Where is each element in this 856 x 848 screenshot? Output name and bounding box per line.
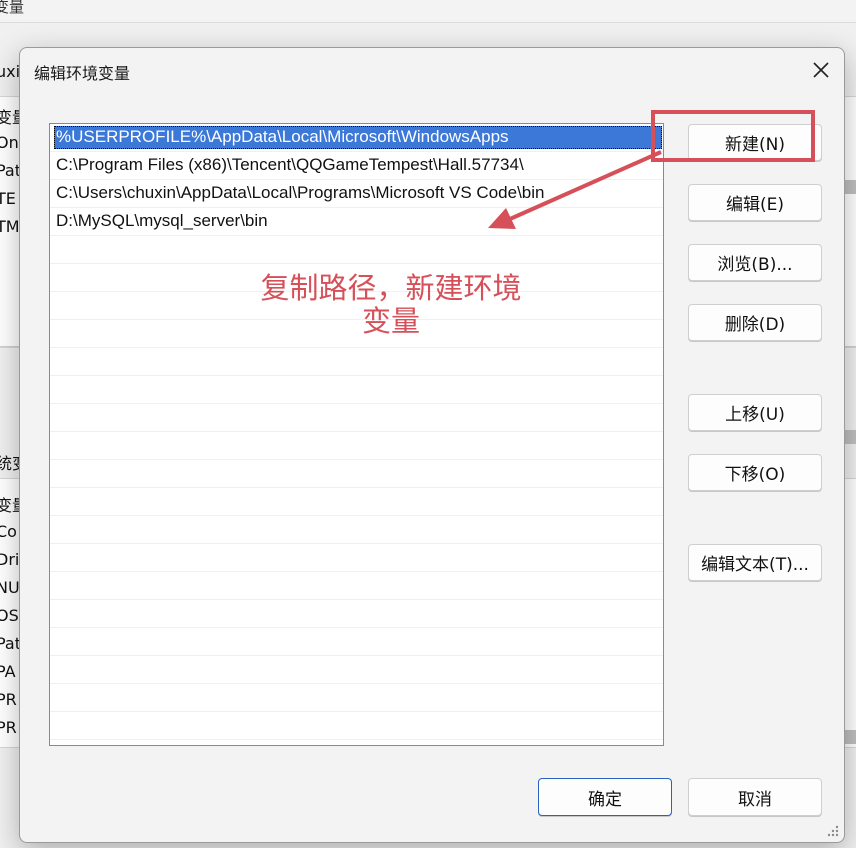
resize-grip-icon[interactable] bbox=[824, 822, 840, 838]
annotation-text: 复制路径，新建环境 变量 bbox=[220, 272, 562, 338]
background-title-bar: 变量 bbox=[0, 0, 856, 23]
empty-row[interactable] bbox=[50, 600, 663, 628]
path-text: D:\MySQL\mysql_server\bin bbox=[56, 211, 268, 230]
move-down-button[interactable]: 下移(O) bbox=[688, 454, 822, 491]
path-list-item-selected[interactable]: %USERPROFILE%\AppData\Local\Microsoft\Wi… bbox=[50, 124, 663, 152]
path-list-item[interactable]: C:\Users\chuxin\AppData\Local\Programs\M… bbox=[50, 180, 663, 208]
empty-row[interactable] bbox=[50, 376, 663, 404]
empty-row[interactable] bbox=[50, 432, 663, 460]
background-fragment: Dri bbox=[0, 550, 20, 569]
background-fragment: TM bbox=[0, 217, 20, 236]
edit-button[interactable]: 编辑(E) bbox=[688, 184, 822, 221]
close-button[interactable] bbox=[804, 54, 838, 86]
background-fragment: On bbox=[0, 133, 19, 152]
background-fragment: PA bbox=[0, 662, 16, 681]
background-scroll-edge bbox=[844, 430, 856, 444]
empty-row[interactable] bbox=[50, 544, 663, 572]
empty-row[interactable] bbox=[50, 460, 663, 488]
cancel-button[interactable]: 取消 bbox=[688, 778, 822, 816]
path-text: %USERPROFILE%\AppData\Local\Microsoft\Wi… bbox=[56, 127, 509, 146]
path-list-item[interactable]: D:\MySQL\mysql_server\bin bbox=[50, 208, 663, 236]
background-fragment: OS bbox=[0, 606, 19, 625]
empty-row[interactable] bbox=[50, 516, 663, 544]
dialog-title: 编辑环境变量 bbox=[34, 64, 131, 83]
background-fragment: uxi bbox=[0, 62, 21, 81]
move-up-button[interactable]: 上移(U) bbox=[688, 394, 822, 431]
empty-row[interactable] bbox=[50, 684, 663, 712]
background-fragment: NU bbox=[0, 578, 20, 597]
empty-row[interactable] bbox=[50, 488, 663, 516]
path-list-item[interactable]: C:\Program Files (x86)\Tencent\QQGameTem… bbox=[50, 152, 663, 180]
empty-row[interactable] bbox=[50, 404, 663, 432]
annotation-line: 复制路径，新建环境 bbox=[260, 271, 522, 305]
close-icon bbox=[813, 62, 829, 78]
empty-row[interactable] bbox=[50, 348, 663, 376]
background-fragment: Pat bbox=[0, 161, 22, 180]
background-fragment: Pat bbox=[0, 634, 22, 653]
empty-row[interactable] bbox=[50, 628, 663, 656]
background-fragment: PR bbox=[0, 690, 17, 709]
empty-row[interactable] bbox=[50, 572, 663, 600]
empty-row[interactable] bbox=[50, 236, 663, 264]
empty-row[interactable] bbox=[50, 712, 663, 740]
background-fragment: TE bbox=[0, 189, 16, 208]
annotation-highlight-box bbox=[651, 110, 815, 162]
background-scroll-edge bbox=[844, 730, 856, 744]
background-fragment: PR bbox=[0, 718, 17, 737]
annotation-line: 变量 bbox=[361, 304, 420, 338]
background-title: 变量 bbox=[0, 0, 25, 16]
delete-button[interactable]: 删除(D) bbox=[688, 304, 822, 341]
path-text: C:\Users\chuxin\AppData\Local\Programs\M… bbox=[56, 183, 545, 202]
path-text: C:\Program Files (x86)\Tencent\QQGameTem… bbox=[56, 155, 524, 174]
empty-row[interactable] bbox=[50, 656, 663, 684]
browse-button[interactable]: 浏览(B)... bbox=[688, 244, 822, 281]
background-scroll-edge bbox=[844, 180, 856, 194]
background-fragment: Co bbox=[0, 522, 17, 541]
edit-env-var-dialog: 编辑环境变量 %USERPROFILE%\AppData\Local\Micro… bbox=[19, 47, 845, 843]
path-list[interactable]: %USERPROFILE%\AppData\Local\Microsoft\Wi… bbox=[49, 123, 664, 746]
ok-button[interactable]: 确定 bbox=[538, 778, 672, 816]
edit-text-button[interactable]: 编辑文本(T)... bbox=[688, 544, 822, 581]
